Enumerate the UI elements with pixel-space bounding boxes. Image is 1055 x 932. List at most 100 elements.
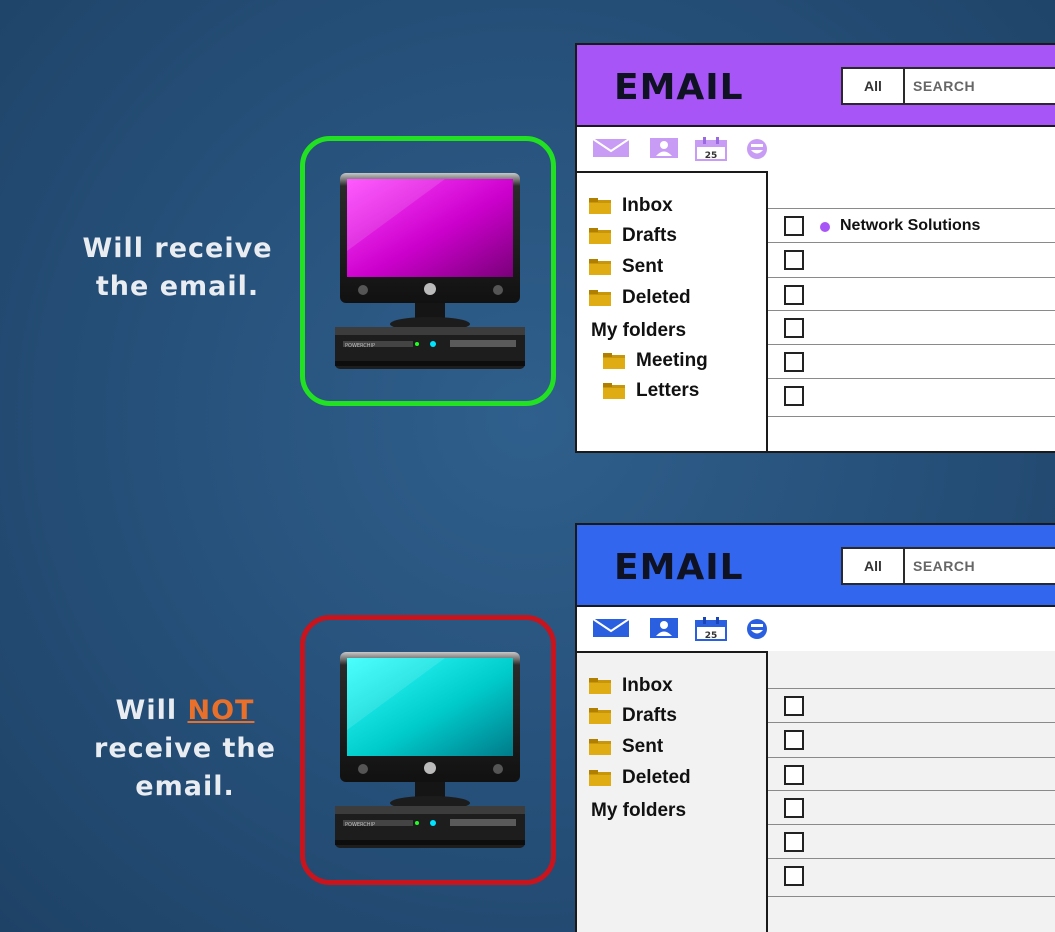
folder-icon — [589, 198, 611, 214]
message-checkbox[interactable] — [784, 866, 804, 886]
message-row-empty — [768, 416, 1055, 450]
unread-dot — [820, 222, 830, 232]
folder-icon — [603, 353, 625, 369]
email-toolbar: 25 — [577, 607, 1055, 651]
my-folders-label: My folders — [591, 320, 687, 341]
desktop-computer-icon: POWERCHIP — [335, 652, 525, 848]
folder-inbox[interactable]: Inbox — [589, 195, 673, 217]
message-checkbox[interactable] — [784, 352, 804, 372]
message-row[interactable] — [768, 344, 1055, 378]
folder-icon — [589, 708, 611, 724]
folder-icon — [589, 770, 611, 786]
caption-line: Will NOT — [85, 692, 285, 730]
not-highlight: NOT — [187, 695, 255, 726]
folder-label: Sent — [622, 736, 664, 757]
message-row-empty — [768, 896, 1055, 930]
message-row[interactable] — [768, 378, 1055, 412]
caption-will-not-receive: Will NOT receive the email. — [85, 692, 285, 806]
folder-icon — [589, 678, 611, 694]
message-row[interactable] — [768, 824, 1055, 858]
mail-icon[interactable] — [592, 137, 630, 159]
folder-icon — [589, 259, 611, 275]
message-row[interactable] — [768, 722, 1055, 756]
search-input[interactable]: SEARCH — [905, 549, 975, 583]
message-checkbox[interactable] — [784, 318, 804, 338]
message-checkbox[interactable] — [784, 765, 804, 785]
message-row[interactable] — [768, 242, 1055, 276]
folder-label: Deleted — [622, 767, 691, 788]
email-body: Inbox Drafts Sent Deleted My folders — [577, 651, 1055, 932]
email-client-receive: EMAIL All SEARCH 25 Inbox Drafts Sent De… — [575, 43, 1055, 453]
folder-meeting[interactable]: Meeting — [603, 350, 708, 372]
search-scope-select[interactable]: All — [843, 549, 905, 583]
message-checkbox[interactable] — [784, 832, 804, 852]
message-checkbox[interactable] — [784, 696, 804, 716]
caption-line: receive the — [94, 733, 276, 764]
folder-letters[interactable]: Letters — [603, 380, 699, 402]
folder-sent[interactable]: Sent — [589, 736, 663, 758]
folder-inbox[interactable]: Inbox — [589, 675, 673, 697]
folder-icon — [589, 290, 611, 306]
folder-icon — [589, 228, 611, 244]
folder-label: Drafts — [622, 705, 677, 726]
svg-text:POWERCHIP: POWERCHIP — [345, 822, 375, 828]
message-row[interactable] — [768, 310, 1055, 344]
message-checkbox[interactable] — [784, 386, 804, 406]
desktop-computer-icon: POWERCHIP — [335, 173, 525, 369]
message-checkbox[interactable] — [784, 216, 804, 236]
my-folders-label: My folders — [591, 800, 687, 821]
email-header: EMAIL All SEARCH — [577, 525, 1055, 607]
computer-frame-receive: POWERCHIP — [300, 136, 556, 406]
message-sender: Network Solutions — [840, 217, 981, 234]
caption-word: Will — [115, 695, 178, 726]
message-row[interactable] — [768, 277, 1055, 311]
folder-sent[interactable]: Sent — [589, 256, 663, 278]
folder-label: Inbox — [622, 195, 673, 216]
search-input[interactable]: SEARCH — [905, 69, 975, 103]
folder-deleted[interactable]: Deleted — [589, 287, 691, 309]
caption-line: the email. — [95, 271, 260, 302]
mail-icon[interactable] — [592, 617, 630, 639]
caption-line: Will receive — [82, 233, 273, 264]
search-box[interactable]: All SEARCH — [841, 547, 1055, 585]
message-row[interactable] — [768, 858, 1055, 892]
email-header: EMAIL All SEARCH — [577, 45, 1055, 127]
calendar-day: 25 — [705, 151, 718, 161]
search-scope-select[interactable]: All — [843, 69, 905, 103]
message-checkbox[interactable] — [784, 730, 804, 750]
message-row[interactable] — [768, 688, 1055, 722]
folder-deleted[interactable]: Deleted — [589, 767, 691, 789]
message-row[interactable]: Network Solutions — [768, 208, 1055, 242]
email-title: EMAIL — [614, 547, 744, 588]
caption-line: email. — [135, 771, 235, 802]
email-client-no-receive: EMAIL All SEARCH 25 Inbox Drafts Sent De… — [575, 523, 1055, 932]
contacts-icon[interactable] — [649, 617, 679, 639]
calendar-icon[interactable]: 25 — [695, 617, 727, 641]
folder-icon — [589, 739, 611, 755]
message-row[interactable] — [768, 757, 1055, 791]
emoji-icon[interactable] — [745, 137, 769, 161]
message-checkbox[interactable] — [784, 285, 804, 305]
message-row[interactable] — [768, 790, 1055, 824]
folder-label: Deleted — [622, 287, 691, 308]
email-toolbar: 25 — [577, 127, 1055, 171]
calendar-icon[interactable]: 25 — [695, 137, 727, 161]
folder-drafts[interactable]: Drafts — [589, 705, 677, 727]
emoji-icon[interactable] — [745, 617, 769, 641]
folder-label: Sent — [622, 256, 664, 277]
folder-label: Meeting — [636, 350, 708, 371]
message-checkbox[interactable] — [784, 798, 804, 818]
folder-label: Letters — [636, 380, 700, 401]
caption-will-receive: Will receive the email. — [70, 230, 285, 306]
email-title: EMAIL — [614, 67, 744, 108]
folder-pane: Inbox Drafts Sent Deleted My folders Mee… — [577, 171, 768, 451]
contacts-icon[interactable] — [649, 137, 679, 159]
folder-pane: Inbox Drafts Sent Deleted My folders — [577, 651, 768, 932]
calendar-day: 25 — [705, 631, 718, 641]
message-checkbox[interactable] — [784, 250, 804, 270]
search-box[interactable]: All SEARCH — [841, 67, 1055, 105]
folder-icon — [603, 383, 625, 399]
computer-frame-no-receive: POWERCHIP — [300, 615, 556, 885]
svg-text:POWERCHIP: POWERCHIP — [345, 343, 375, 349]
folder-drafts[interactable]: Drafts — [589, 225, 677, 247]
